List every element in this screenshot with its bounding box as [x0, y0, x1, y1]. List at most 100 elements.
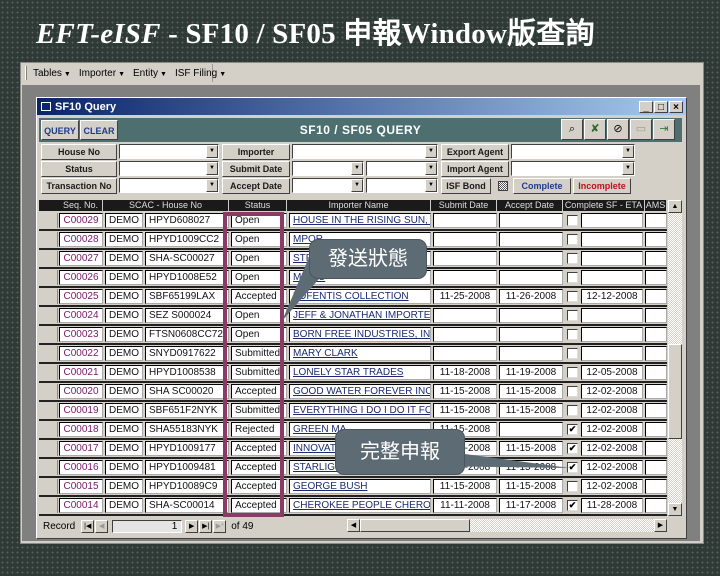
- submit-date-cell[interactable]: [433, 251, 497, 266]
- ams-cell[interactable]: [645, 403, 667, 418]
- col-seq-no[interactable]: Seq. No.: [59, 200, 103, 211]
- close-button[interactable]: ×: [669, 100, 683, 113]
- ams-cell[interactable]: [645, 479, 667, 494]
- complete-checkbox[interactable]: ✔: [567, 500, 578, 511]
- satellite-icon[interactable]: ✘: [584, 119, 606, 140]
- col-status[interactable]: Status: [229, 200, 287, 211]
- exit-door-icon[interactable]: ⇥: [653, 119, 675, 140]
- table-row[interactable]: C00029 DEMO HPYD608027 Open HOUSE IN THE RIS…: [39, 212, 667, 231]
- vertical-scrollbar[interactable]: ▲ ▼: [668, 200, 682, 516]
- scac-cell[interactable]: DEMO: [105, 460, 143, 475]
- eta-cell[interactable]: [581, 308, 643, 323]
- house-no-cell[interactable]: HPYD1008538: [145, 365, 229, 380]
- accept-date-cell[interactable]: 11-15-2008: [499, 384, 563, 399]
- ams-cell[interactable]: [645, 422, 667, 437]
- ams-cell[interactable]: [645, 498, 667, 513]
- eta-cell[interactable]: 12-02-2008: [581, 460, 643, 475]
- complete-checkbox[interactable]: [567, 329, 578, 340]
- seq-no-cell[interactable]: C00028: [59, 232, 103, 247]
- export-agent-combo[interactable]: ▼: [511, 144, 635, 159]
- submit-date-cell[interactable]: 11-11-2008: [433, 498, 497, 513]
- record-selector[interactable]: [41, 498, 58, 513]
- accept-date-cell[interactable]: [499, 327, 563, 342]
- record-selector[interactable]: [41, 251, 58, 266]
- incomplete-button[interactable]: Incomplete: [573, 178, 631, 194]
- accept-date-cell[interactable]: [499, 232, 563, 247]
- horizontal-scroll-thumb[interactable]: [360, 519, 470, 532]
- record-selector[interactable]: [41, 384, 58, 399]
- record-selector[interactable]: [41, 422, 58, 437]
- ams-cell[interactable]: [645, 232, 667, 247]
- complete-checkbox[interactable]: ✔: [567, 424, 578, 435]
- house-no-cell[interactable]: HPYD10089C9: [145, 479, 229, 494]
- scac-cell[interactable]: DEMO: [105, 422, 143, 437]
- complete-checkbox[interactable]: [567, 291, 578, 302]
- complete-checkbox[interactable]: [567, 386, 578, 397]
- eta-cell[interactable]: 11-28-2008: [581, 498, 643, 513]
- seq-no-cell[interactable]: C00016: [59, 460, 103, 475]
- dropdown-arrow-icon[interactable]: ▼: [622, 145, 634, 158]
- scac-cell[interactable]: DEMO: [105, 308, 143, 323]
- dropdown-arrow-icon[interactable]: ▼: [206, 179, 218, 192]
- submit-date-cell[interactable]: 11-15-2008: [433, 403, 497, 418]
- house-no-cell[interactable]: SNYD0917622: [145, 346, 229, 361]
- scac-cell[interactable]: DEMO: [105, 384, 143, 399]
- seq-no-cell[interactable]: C00017: [59, 441, 103, 456]
- eta-cell[interactable]: 12-12-2008: [581, 289, 643, 304]
- table-row[interactable]: C00015 DEMO HPYD10089C9 Accepted GEORGE BUSH…: [39, 478, 667, 497]
- house-no-cell[interactable]: FTSN0608CC72: [145, 327, 229, 342]
- seq-no-cell[interactable]: C00019: [59, 403, 103, 418]
- record-selector[interactable]: [41, 327, 58, 342]
- house-no-cell[interactable]: SBF65199LAX: [145, 289, 229, 304]
- accept-date-cell[interactable]: [499, 346, 563, 361]
- scac-cell[interactable]: DEMO: [105, 213, 143, 228]
- submit-date-from-combo[interactable]: ▼: [292, 161, 364, 176]
- scroll-right-icon[interactable]: ▶: [654, 519, 667, 532]
- accept-date-cell[interactable]: 11-19-2008: [499, 365, 563, 380]
- accept-date-cell[interactable]: 11-26-2008: [499, 289, 563, 304]
- scac-cell[interactable]: DEMO: [105, 365, 143, 380]
- scroll-down-icon[interactable]: ▼: [668, 503, 682, 516]
- scac-cell[interactable]: DEMO: [105, 403, 143, 418]
- col-ams[interactable]: AMS: [645, 200, 667, 211]
- accept-date-cell[interactable]: [499, 270, 563, 285]
- import-agent-combo[interactable]: ▼: [511, 161, 635, 176]
- accept-date-cell[interactable]: 11-15-2008: [499, 403, 563, 418]
- complete-checkbox[interactable]: [567, 272, 578, 283]
- seq-no-cell[interactable]: C00021: [59, 365, 103, 380]
- table-row[interactable]: C00019 DEMO SBF651F2NYK Submitted EVERYTHING…: [39, 402, 667, 421]
- house-no-combo[interactable]: ▼: [119, 144, 219, 159]
- record-selector[interactable]: [41, 289, 58, 304]
- complete-checkbox[interactable]: [567, 215, 578, 226]
- house-no-cell[interactable]: HPYD608027: [145, 213, 229, 228]
- menu-importer[interactable]: Importer ▼: [79, 68, 125, 79]
- submit-date-cell[interactable]: [433, 270, 497, 285]
- eta-cell[interactable]: [581, 232, 643, 247]
- dropdown-arrow-icon[interactable]: ▼: [206, 145, 218, 158]
- scac-cell[interactable]: DEMO: [105, 327, 143, 342]
- ams-cell[interactable]: [645, 213, 667, 228]
- eta-cell[interactable]: 12-02-2008: [581, 384, 643, 399]
- importer-name-cell[interactable]: EVERYTHING I DO I DO IT FOR Y: [289, 403, 431, 418]
- seq-no-cell[interactable]: C00023: [59, 327, 103, 342]
- eta-cell[interactable]: 12-02-2008: [581, 441, 643, 456]
- table-row[interactable]: C00022 DEMO SNYD0917622 Submitted MARY CLARK: [39, 345, 667, 364]
- dropdown-arrow-icon[interactable]: ▼: [622, 162, 634, 175]
- record-selector[interactable]: [41, 441, 58, 456]
- eta-cell[interactable]: 12-05-2008: [581, 365, 643, 380]
- complete-checkbox[interactable]: [567, 234, 578, 245]
- importer-name-cell[interactable]: MARY CLARK: [289, 346, 431, 361]
- binoculars-icon[interactable]: ⌕: [561, 119, 583, 140]
- seq-no-cell[interactable]: C00014: [59, 498, 103, 513]
- house-no-cell[interactable]: HPYD1009CC2: [145, 232, 229, 247]
- table-row[interactable]: C00023 DEMO FTSN0608CC72 Open BORN FREE INDU…: [39, 326, 667, 345]
- scac-cell[interactable]: DEMO: [105, 441, 143, 456]
- complete-checkbox[interactable]: [567, 348, 578, 359]
- house-no-cell[interactable]: SHA55183NYK: [145, 422, 229, 437]
- ams-cell[interactable]: [645, 327, 667, 342]
- submit-date-cell[interactable]: [433, 346, 497, 361]
- toolbar-grip[interactable]: [25, 66, 27, 80]
- dropdown-arrow-icon[interactable]: ▼: [351, 162, 363, 175]
- house-no-cell[interactable]: HPYD1009481: [145, 460, 229, 475]
- table-row[interactable]: C00021 DEMO HPYD1008538 Submitted LONELY STA…: [39, 364, 667, 383]
